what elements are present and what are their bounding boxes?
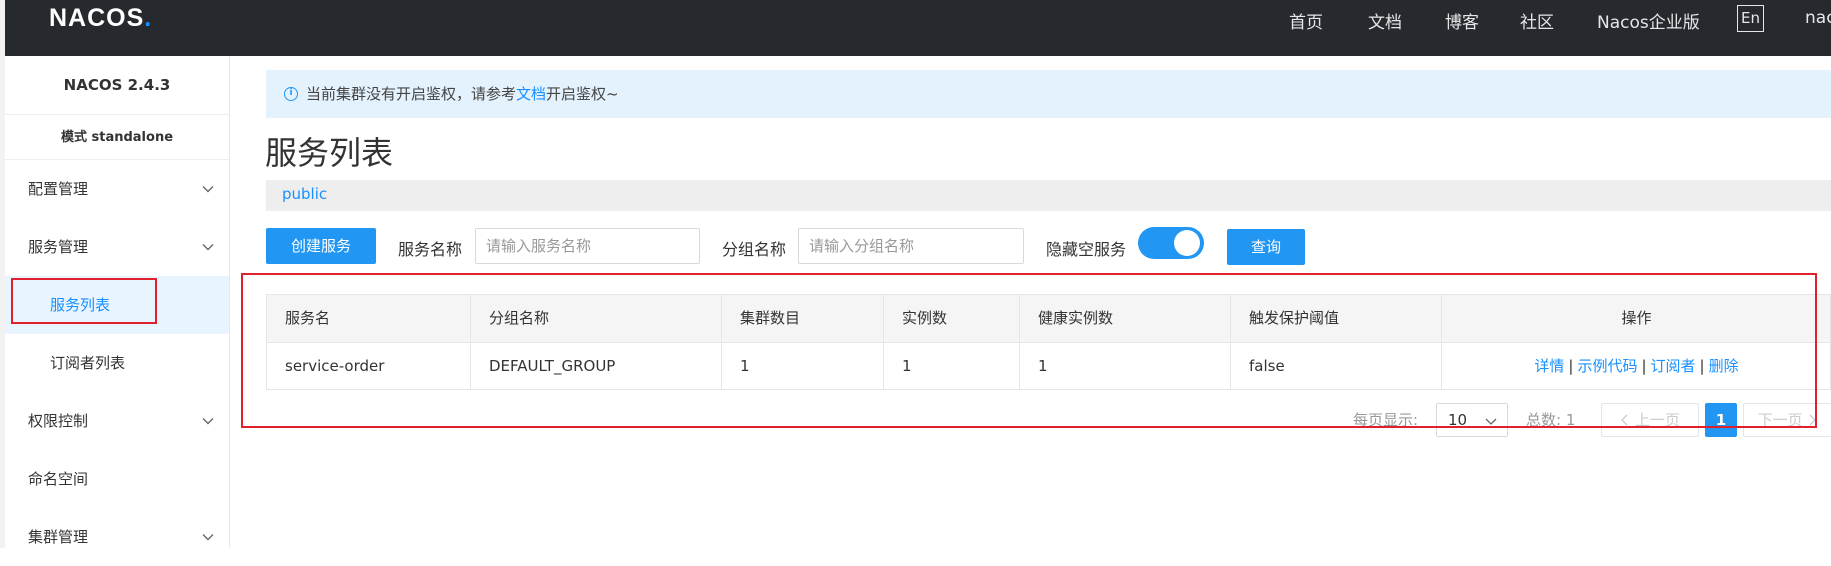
group-name-input[interactable]: 请输入分组名称 xyxy=(798,228,1024,264)
auth-notice: i 当前集群没有开启鉴权，请参考文档开启鉴权~ xyxy=(266,70,1831,118)
chevron-down-icon xyxy=(202,244,214,251)
nav-home[interactable]: 首页 xyxy=(1289,8,1323,33)
sidebar-item-config-management[interactable]: 配置管理 xyxy=(5,160,229,218)
nav-enterprise[interactable]: Nacos企业版 xyxy=(1597,8,1700,33)
toggle-knob xyxy=(1174,230,1200,256)
sidebar-item-subscriber-list[interactable]: 订阅者列表 xyxy=(5,334,229,392)
chevron-down-icon xyxy=(202,418,214,425)
namespace-public[interactable]: public xyxy=(282,185,327,203)
hide-empty-label: 隐藏空服务 xyxy=(1046,240,1127,259)
chevron-down-icon xyxy=(202,186,214,193)
hide-empty-toggle[interactable] xyxy=(1138,227,1204,259)
user-menu[interactable]: nac xyxy=(1805,8,1831,28)
notice-text: 当前集群没有开启鉴权，请参考文档开启鉴权~ xyxy=(306,85,619,103)
sidebar-item-namespace[interactable]: 命名空间 xyxy=(5,450,229,508)
sidebar-item-label: 集群管理 xyxy=(28,528,89,546)
sidebar-item-service-management[interactable]: 服务管理 xyxy=(5,218,229,276)
nav-docs[interactable]: 文档 xyxy=(1368,8,1402,33)
highlight-box-sidebar xyxy=(11,278,157,324)
sidebar-item-label: 权限控制 xyxy=(28,412,89,430)
info-icon: i xyxy=(284,87,298,101)
nacos-logo[interactable]: NACOS. xyxy=(49,4,152,33)
service-name-input[interactable]: 请输入服务名称 xyxy=(475,228,700,264)
highlight-box-table xyxy=(241,273,1817,428)
service-name-label: 服务名称 xyxy=(398,240,463,259)
query-button[interactable]: 查询 xyxy=(1227,229,1305,265)
language-switch-button[interactable]: En xyxy=(1737,5,1764,32)
mode-label: 模式 standalone xyxy=(5,115,229,160)
logo-text: NACOS xyxy=(49,4,145,32)
chevron-down-icon xyxy=(202,534,214,541)
sidebar-item-label: 订阅者列表 xyxy=(50,354,126,372)
top-header: NACOS. 首页 文档 博客 社区 Nacos企业版 En nac xyxy=(5,0,1831,56)
sidebar-item-label: 命名空间 xyxy=(28,470,89,488)
docs-link[interactable]: 文档 xyxy=(516,85,546,103)
sidebar-item-label: 配置管理 xyxy=(28,180,89,198)
create-service-button[interactable]: 创建服务 xyxy=(266,228,376,264)
namespace-bar: public xyxy=(266,180,1831,211)
nav-blog[interactable]: 博客 xyxy=(1445,8,1479,33)
version-label: NACOS 2.4.3 xyxy=(5,56,229,115)
sidebar-item-label: 服务管理 xyxy=(28,238,89,256)
page-title: 服务列表 xyxy=(265,134,394,172)
sidebar-item-cluster-management[interactable]: 集群管理 xyxy=(5,508,229,566)
nav-community[interactable]: 社区 xyxy=(1520,8,1554,33)
sidebar-item-access-control[interactable]: 权限控制 xyxy=(5,392,229,450)
group-name-label: 分组名称 xyxy=(722,240,787,259)
